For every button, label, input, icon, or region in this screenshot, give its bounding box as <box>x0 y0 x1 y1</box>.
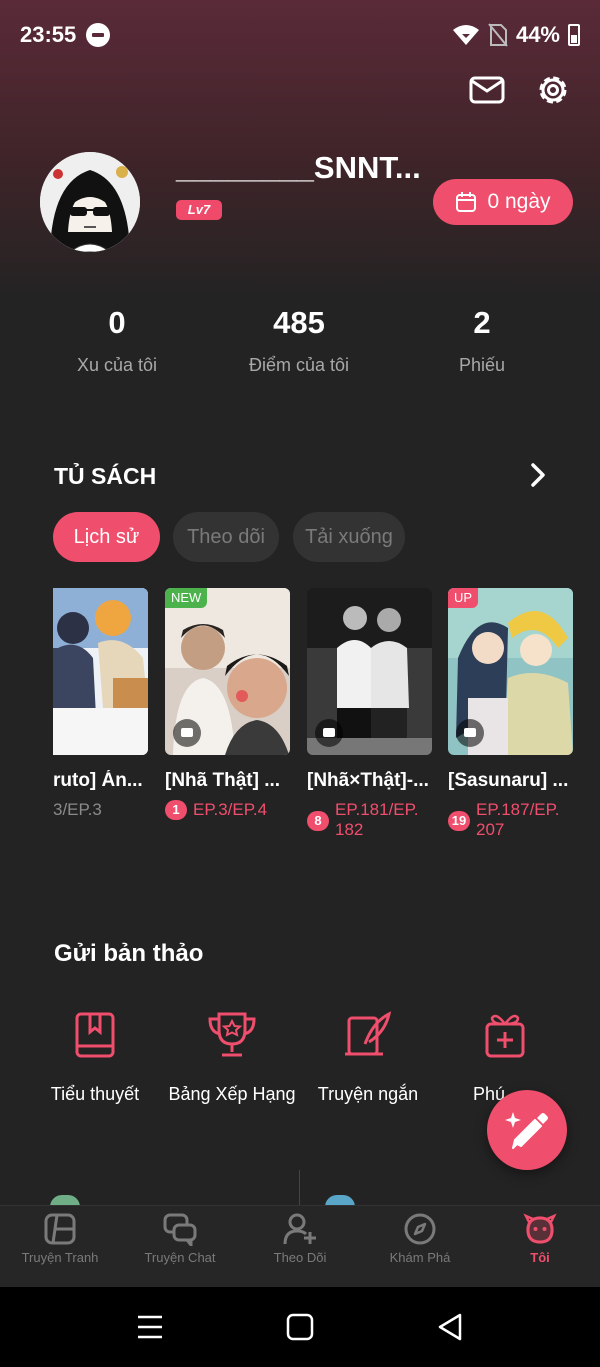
level-badge: Lv7 <box>176 200 222 220</box>
stat-value: 2 <box>473 305 491 340</box>
avatar[interactable] <box>40 152 140 252</box>
book-episode: 3/EP.3 <box>53 800 148 820</box>
unread-count-badge: 8 <box>307 811 329 831</box>
unread-count-badge: 19 <box>448 811 470 831</box>
nav-item-explore[interactable]: Khám Phá <box>360 1212 480 1265</box>
chevron-right-icon[interactable] <box>526 462 550 488</box>
back-icon[interactable] <box>436 1312 464 1342</box>
book-title: [Nhã Thật] ... <box>165 770 281 791</box>
checkin-label: 0 ngày <box>487 190 551 213</box>
do-not-disturb-icon <box>86 23 110 47</box>
face-icon <box>523 1213 557 1244</box>
book-cover[interactable] <box>307 588 432 755</box>
stat-value: 0 <box>108 305 126 340</box>
book-cover[interactable]: NEW <box>165 588 290 755</box>
nav-item-comics[interactable]: Truyện Tranh <box>0 1212 120 1265</box>
stat-tickets[interactable]: 2 Phiếu <box>382 305 582 376</box>
recent-apps-icon[interactable] <box>136 1313 164 1341</box>
tab-downloads[interactable]: Tải xuống <box>293 512 405 562</box>
divider <box>299 1170 300 1205</box>
episode-text: 3/EP.3 <box>53 800 102 819</box>
stat-points[interactable]: 485 Điểm của tôi <box>199 305 399 376</box>
quill-icon <box>345 1011 392 1056</box>
nav-item-me[interactable]: Tôi <box>480 1212 600 1265</box>
tab-history[interactable]: Lịch sử <box>53 512 160 562</box>
book-icon <box>75 1012 115 1058</box>
episode-text: EP.181/EP. 182 <box>335 800 419 839</box>
book-cover[interactable]: UP <box>448 588 573 755</box>
calendar-icon <box>456 192 477 212</box>
submit-novel-button[interactable]: Tiểu thuyết <box>25 1010 165 1105</box>
nav-label: Truyện Tranh <box>21 1250 99 1265</box>
submit-label: Tiểu thuyết <box>50 1084 140 1104</box>
battery-icon <box>568 24 580 46</box>
nav-label: Theo Dõi <box>273 1250 327 1265</box>
pencil-sparkle-icon <box>505 1112 548 1149</box>
nav-label: Khám Phá <box>389 1250 451 1265</box>
gift-icon <box>485 1014 525 1058</box>
compass-icon <box>404 1213 436 1245</box>
nav-label: Truyện Chat <box>144 1250 216 1265</box>
up-tag: UP <box>448 588 479 608</box>
checkin-button[interactable]: 0 ngày <box>433 179 573 225</box>
stat-label: Phiếu <box>458 355 506 375</box>
stat-coins[interactable]: 0 Xu của tôi <box>17 305 217 376</box>
status-indicators: 44% <box>452 22 580 48</box>
comic-icon <box>44 1213 76 1245</box>
chat-badge-icon <box>456 719 484 747</box>
nav-item-chat-stories[interactable]: Truyện Chat <box>120 1212 240 1265</box>
book-cover[interactable] <box>53 588 148 755</box>
stat-value: 485 <box>273 305 325 340</box>
no-signal-icon <box>488 23 508 47</box>
stat-label: Xu của tôi <box>76 355 158 375</box>
tab-following[interactable]: Theo dõi <box>173 512 279 562</box>
book-episode: 1 EP.3/EP.4 <box>165 800 293 820</box>
stat-label: Điểm của tôi <box>248 355 350 375</box>
short-story-button[interactable]: Truyện ngắn <box>298 1010 438 1105</box>
new-tag: NEW <box>165 588 208 608</box>
episode-text: EP.187/EP. 207 <box>476 800 560 839</box>
unread-count-badge: 1 <box>165 800 187 820</box>
ranking-button[interactable]: Bảng Xếp Hạng <box>162 1010 302 1105</box>
chat-badge-icon <box>173 719 201 747</box>
follow-icon <box>283 1213 316 1245</box>
book-title: [Sasunaru] ... <box>448 770 569 791</box>
battery-percent: 44% <box>515 22 560 47</box>
wifi-icon <box>452 25 479 45</box>
mail-icon[interactable] <box>467 70 507 110</box>
book-title: ruto] Án... <box>53 770 143 791</box>
submit-label: Truyện ngắn <box>317 1084 419 1104</box>
submit-label: Bảng Xếp Hạng <box>168 1084 296 1104</box>
book-episode: 19 EP.187/EP. 207 <box>448 800 576 840</box>
book-title: [Nhã×Thật]-... <box>307 770 429 791</box>
cover-illustration <box>53 588 148 755</box>
trophy-icon <box>208 1012 256 1057</box>
submission-title: Gửi bản thảo <box>54 940 204 967</box>
status-time: 23:55 <box>20 22 77 47</box>
chat-icon <box>163 1213 197 1246</box>
episode-text: EP.3/EP.4 <box>193 800 268 819</box>
book-episode: 8 EP.181/EP. 182 <box>307 800 435 840</box>
chat-badge-icon <box>315 719 343 747</box>
write-fab-button[interactable] <box>487 1090 567 1170</box>
bookshelf-title: TỦ SÁCH <box>54 463 157 489</box>
avatar-illustration <box>40 152 140 252</box>
nav-item-following[interactable]: Theo Dõi <box>240 1212 360 1265</box>
nav-label: Tôi <box>530 1250 550 1265</box>
home-icon[interactable] <box>286 1313 314 1341</box>
settings-gear-icon[interactable] <box>533 70 573 110</box>
username: ________SNNT... <box>176 150 421 185</box>
